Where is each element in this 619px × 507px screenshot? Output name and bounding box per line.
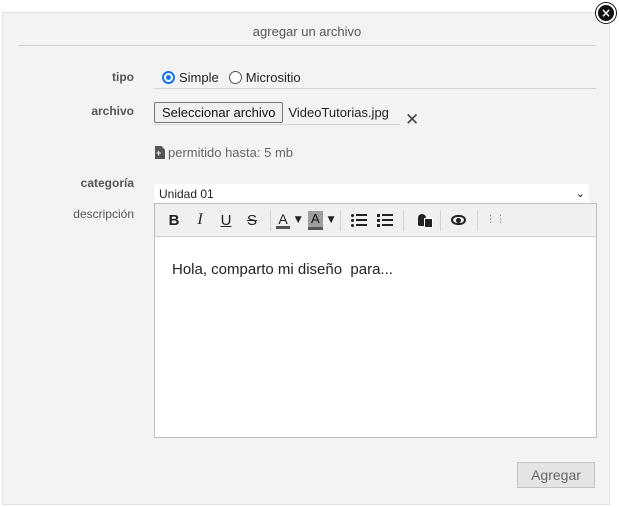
radio-simple[interactable] bbox=[162, 71, 175, 84]
toolbar-divider bbox=[339, 209, 341, 231]
font-color-icon: A bbox=[276, 210, 290, 229]
preview-button[interactable] bbox=[446, 208, 472, 233]
strikethrough-button[interactable]: S bbox=[239, 208, 265, 233]
toolbar-divider bbox=[402, 209, 404, 231]
microphone-icon bbox=[417, 214, 433, 228]
categoria-label: categoría bbox=[80, 176, 134, 190]
toolbar-more-button[interactable]: ⋮⋮ bbox=[483, 208, 509, 233]
italic-button[interactable]: I bbox=[187, 208, 213, 233]
font-color-caret-icon[interactable]: ▼ bbox=[295, 215, 302, 225]
file-upload-icon bbox=[155, 146, 165, 159]
more-options-icon: ⋮⋮ bbox=[485, 214, 506, 225]
radio-micrositio-label[interactable]: Micrositio bbox=[246, 70, 301, 85]
bullet-list-icon bbox=[350, 213, 367, 227]
chevron-down-icon: ⌄ bbox=[575, 187, 585, 200]
file-name: VideoTutorias.jpg bbox=[288, 105, 389, 120]
font-color-button[interactable]: A ▼ bbox=[276, 208, 302, 233]
toolbar-divider bbox=[439, 209, 441, 231]
highlight-button[interactable]: A ▼ bbox=[308, 208, 335, 233]
file-size-limit-text: permitido hasta: 5 mb bbox=[168, 145, 294, 160]
select-file-button[interactable]: Seleccionar archivo bbox=[154, 102, 284, 123]
toolbar-divider bbox=[270, 209, 271, 231]
tipo-radio-group: Simple Micrositio bbox=[154, 67, 596, 89]
file-input[interactable]: Seleccionar archivo VideoTutorias.jpg bbox=[154, 101, 400, 125]
bullet-list-button[interactable] bbox=[346, 208, 372, 233]
radio-simple-label[interactable]: Simple bbox=[179, 70, 219, 85]
file-size-limit: permitido hasta: 5 mb bbox=[155, 145, 293, 160]
voice-dictation-button[interactable] bbox=[409, 208, 435, 233]
upload-dialog: agregar un archivo tipo Simple Micrositi… bbox=[2, 12, 610, 505]
archivo-label: archivo bbox=[91, 104, 134, 118]
underline-button[interactable]: U bbox=[213, 208, 239, 233]
descripcion-label: descripción bbox=[73, 207, 134, 221]
close-icon[interactable]: × bbox=[596, 3, 616, 23]
numbered-list-icon bbox=[376, 213, 393, 227]
eye-icon bbox=[451, 215, 467, 225]
highlight-icon: A bbox=[308, 210, 323, 230]
toolbar-divider bbox=[476, 209, 478, 231]
tipo-label: tipo bbox=[112, 70, 134, 84]
highlight-caret-icon[interactable]: ▼ bbox=[328, 215, 335, 225]
dialog-title: agregar un archivo bbox=[19, 13, 595, 46]
bold-button[interactable]: B bbox=[161, 208, 187, 233]
rich-text-editor: B I U S A ▼ A ▼ ⋮⋮ Hola, comparto mi dis… bbox=[154, 203, 597, 438]
radio-micrositio[interactable] bbox=[228, 71, 242, 84]
numbered-list-button[interactable] bbox=[372, 208, 398, 233]
editor-toolbar: B I U S A ▼ A ▼ ⋮⋮ bbox=[155, 204, 596, 237]
remove-file-icon[interactable]: ✕ bbox=[405, 112, 419, 129]
categoria-selected-value: Unidad 01 bbox=[159, 187, 214, 201]
agregar-button[interactable]: Agregar bbox=[517, 462, 595, 488]
editor-content[interactable]: Hola, comparto mi diseño para... bbox=[155, 237, 596, 302]
categoria-select[interactable]: Unidad 01 ⌄ bbox=[154, 184, 589, 204]
